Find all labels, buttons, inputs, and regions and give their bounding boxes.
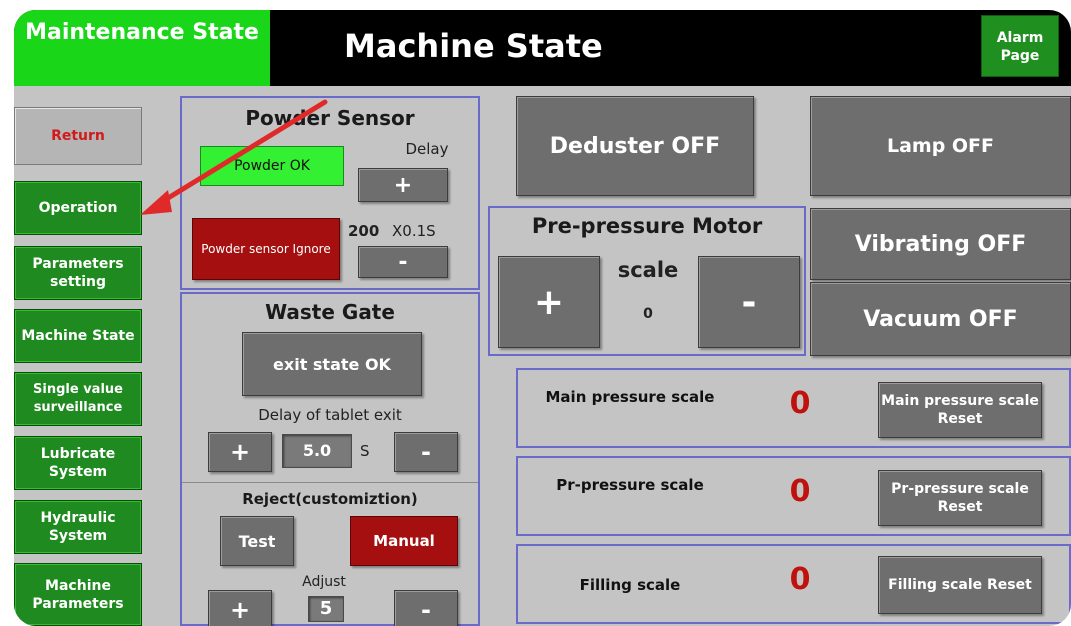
tablet-exit-delay-minus-button[interactable]: -: [394, 432, 458, 472]
exit-state-button[interactable]: exit state OK: [242, 332, 422, 396]
powder-delay-value: 200: [348, 222, 380, 240]
pre-pressure-scale-value: 0: [643, 306, 653, 322]
main-pressure-scale-reset-button[interactable]: Main pressure scale Reset: [878, 382, 1042, 438]
pr-pressure-scale-row: Pr-pressure scale 0 Pr-pressure scale Re…: [516, 456, 1071, 536]
pre-pressure-motor-panel: Pre-pressure Motor + scale 0 -: [488, 206, 806, 356]
waste-gate-title: Waste Gate: [265, 300, 395, 324]
tablet-exit-delay-value: 5.0: [282, 434, 352, 468]
section-divider: [182, 482, 478, 483]
powder-delay-unit: X0.1S: [392, 222, 436, 240]
powder-delay-minus-button[interactable]: -: [358, 246, 448, 278]
sidebar-item-operation[interactable]: Operation: [14, 181, 142, 235]
sidebar-item-return[interactable]: Return: [14, 107, 142, 165]
reject-adjust-label: Adjust: [302, 574, 346, 590]
powder-sensor-title: Powder Sensor: [245, 106, 415, 130]
hmi-screen: Maintenance State Machine State Alarm Pa…: [14, 10, 1071, 626]
waste-gate-panel: Waste Gate exit state OK Delay of tablet…: [180, 292, 480, 626]
powder-delay-label: Delay: [405, 140, 449, 158]
filling-scale-row: Filling scale 0 Filling scale Reset: [516, 544, 1071, 624]
powder-status-indicator: Powder OK: [200, 146, 344, 186]
sidebar-item-single-value-surveillance[interactable]: Single value surveillance: [14, 372, 142, 426]
main-pressure-scale-row: Main pressure scale 0 Main pressure scal…: [516, 368, 1071, 448]
pr-pressure-scale-reset-button[interactable]: Pr-pressure scale Reset: [878, 470, 1042, 526]
deduster-toggle-button[interactable]: Deduster OFF: [516, 96, 754, 196]
vibrating-toggle-button[interactable]: Vibrating OFF: [810, 208, 1071, 280]
filling-scale-reset-button[interactable]: Filling scale Reset: [878, 556, 1042, 614]
powder-sensor-ignore-button[interactable]: Powder sensor Ignore: [192, 218, 340, 280]
main-pressure-scale-value: 0: [789, 386, 811, 421]
sidebar-item-parameters-setting[interactable]: Parameters setting: [14, 246, 142, 300]
reject-adjust-value: 5: [308, 596, 344, 622]
reject-test-button[interactable]: Test: [220, 516, 294, 566]
pr-pressure-scale-value: 0: [789, 474, 811, 509]
tablet-exit-delay-unit: S: [360, 442, 370, 460]
maintenance-state-indicator: Maintenance State: [14, 10, 270, 86]
filling-scale-value: 0: [789, 562, 811, 597]
main-pressure-scale-label: Main pressure scale: [545, 388, 715, 406]
sidebar-item-hydraulic-system[interactable]: Hydraulic System: [14, 500, 142, 554]
tablet-exit-delay-plus-button[interactable]: +: [208, 432, 272, 472]
pr-pressure-scale-label: Pr-pressure scale: [556, 476, 704, 494]
pre-pressure-scale-label: scale: [617, 258, 679, 282]
sidebar-item-machine-state[interactable]: Machine State: [14, 309, 142, 363]
vacuum-toggle-button[interactable]: Vacuum OFF: [810, 282, 1071, 356]
filling-scale-label: Filling scale: [579, 576, 681, 594]
reject-adjust-minus-button[interactable]: -: [394, 590, 458, 626]
powder-sensor-panel: Powder Sensor Powder OK Delay + Powder s…: [180, 96, 480, 290]
reject-title: Reject(customiztion): [242, 490, 418, 508]
powder-delay-plus-button[interactable]: +: [358, 168, 448, 202]
page-title: Machine State: [344, 27, 603, 65]
sidebar-item-lubricate-system[interactable]: Lubricate System: [14, 436, 142, 490]
alarm-page-button[interactable]: Alarm Page: [981, 15, 1059, 77]
reject-adjust-plus-button[interactable]: +: [208, 590, 272, 626]
sidebar-item-machine-parameters[interactable]: Machine Parameters: [14, 563, 142, 626]
pre-pressure-motor-title: Pre-pressure Motor: [531, 214, 763, 238]
pre-pressure-minus-button[interactable]: -: [698, 256, 800, 348]
pre-pressure-plus-button[interactable]: +: [498, 256, 600, 348]
tablet-exit-delay-label: Delay of tablet exit: [258, 406, 402, 424]
lamp-toggle-button[interactable]: Lamp OFF: [810, 96, 1071, 196]
header-bar: Maintenance State Machine State Alarm Pa…: [14, 10, 1071, 86]
reject-manual-button[interactable]: Manual: [350, 516, 458, 566]
